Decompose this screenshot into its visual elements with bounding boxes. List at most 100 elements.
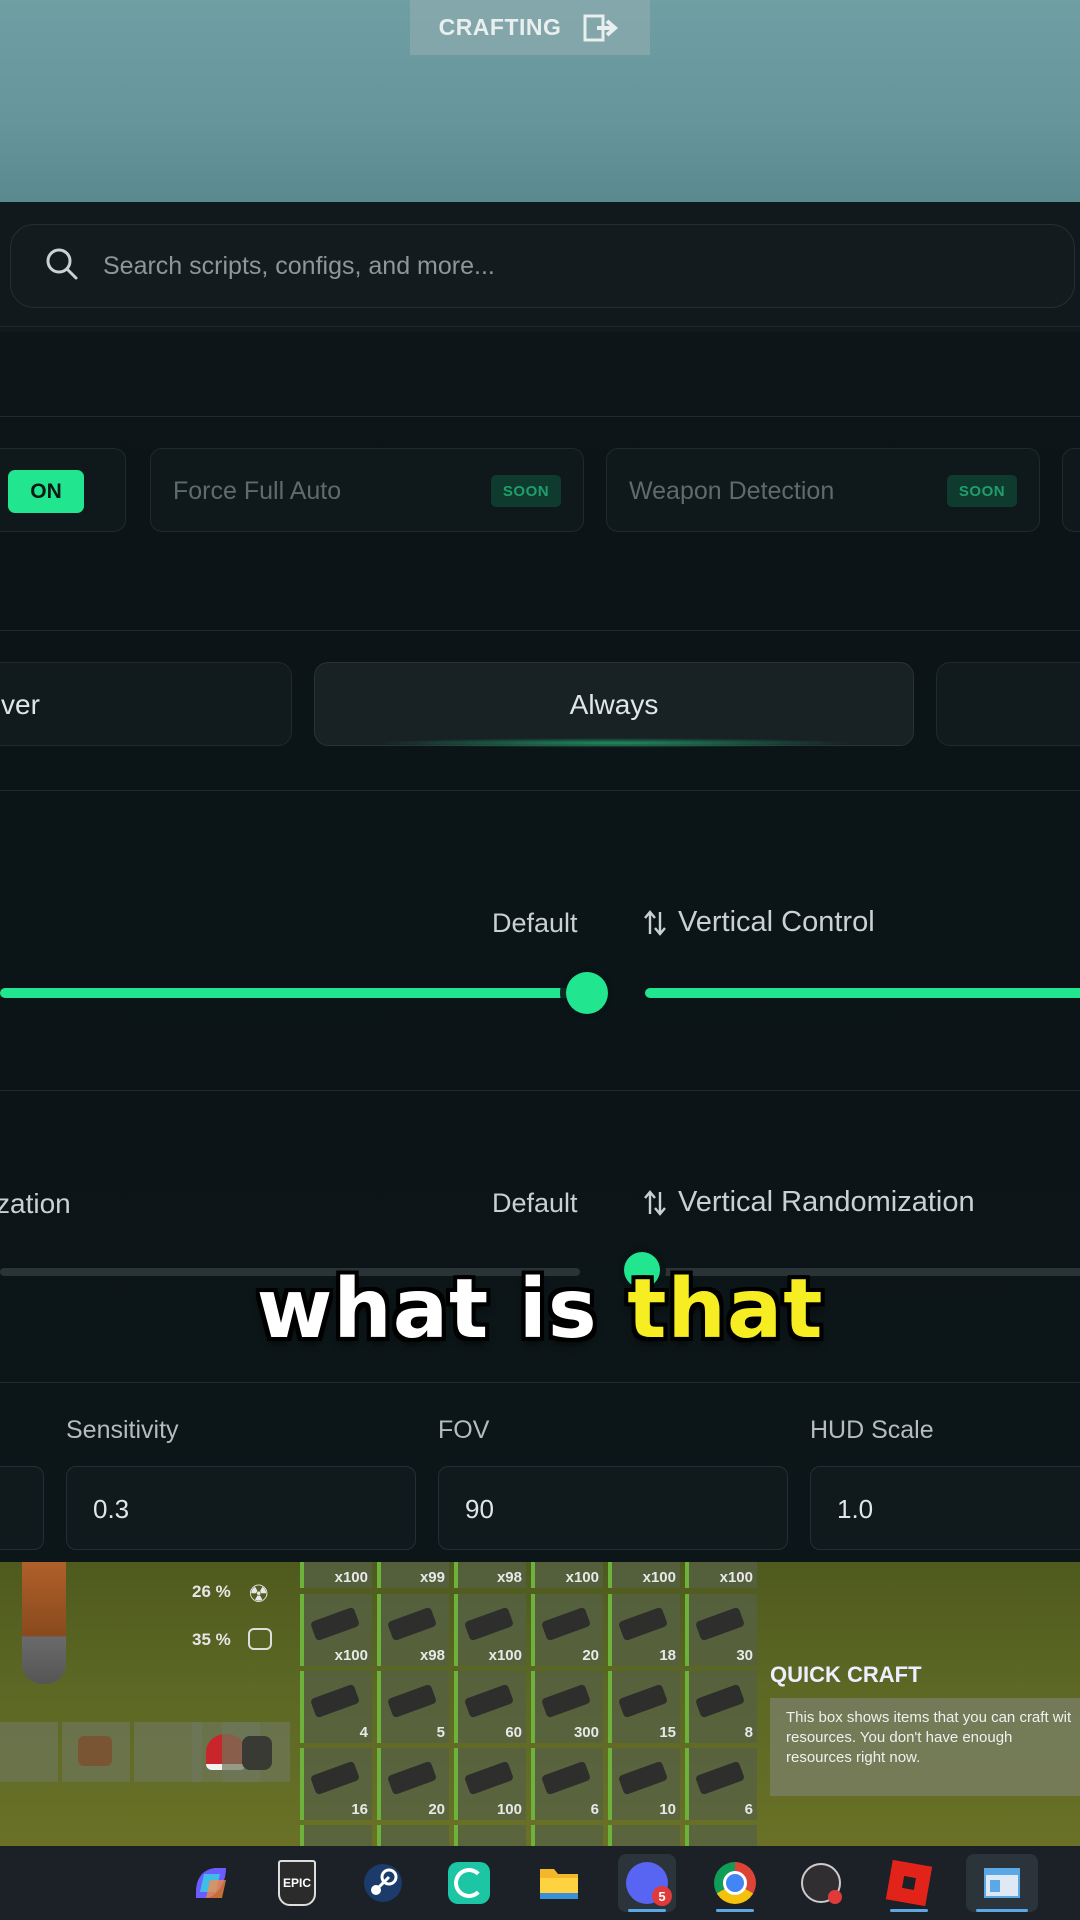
caption-text: what is	[256, 1262, 628, 1357]
active-indicator	[716, 1909, 754, 1912]
search-input[interactable]: Search scripts, configs, and more...	[103, 252, 495, 281]
toggle-card-partial[interactable]	[1062, 448, 1080, 532]
inventory-slot[interactable]	[300, 1825, 372, 1846]
inventory-slot[interactable]: 300	[531, 1671, 603, 1743]
inventory-slot[interactable]: 18	[608, 1594, 680, 1666]
crafting-tab[interactable]: CRAFTING	[410, 0, 650, 55]
inventory-slot[interactable]: 4	[300, 1671, 372, 1743]
randomization-label-partial: zation	[0, 1188, 71, 1219]
divider	[0, 1382, 1080, 1383]
weapon-item-icon	[540, 1606, 592, 1642]
taskbar: EPIC 5	[0, 1846, 1080, 1920]
inventory-slot[interactable]	[454, 1825, 526, 1846]
on-toggle-button[interactable]: ON	[8, 470, 84, 513]
epic-games-icon[interactable]: EPIC	[268, 1854, 326, 1912]
quick-craft-info: This box shows items that you can craft …	[770, 1698, 1080, 1796]
control-slider-knob[interactable]	[566, 972, 608, 1014]
hud-scale-input[interactable]: 1.0	[810, 1466, 1080, 1550]
slot-count: 300	[573, 1724, 599, 1741]
inventory-slot[interactable]: x100	[685, 1562, 757, 1588]
inventory-slot[interactable]: 100	[454, 1748, 526, 1820]
inventory-slot[interactable]	[608, 1825, 680, 1846]
inventory-slot[interactable]: 60	[454, 1671, 526, 1743]
slot-count: x100	[642, 1569, 676, 1586]
roblox-icon[interactable]	[880, 1854, 938, 1912]
inventory-slot[interactable]: 30	[685, 1594, 757, 1666]
slot-count: 6	[590, 1801, 599, 1818]
slot-count: x100	[334, 1569, 368, 1586]
force-full-auto-card[interactable]: Force Full Auto SOON	[150, 448, 584, 532]
vertical-control-heading: Vertical Control	[644, 906, 875, 939]
inventory-slot[interactable]: 8	[685, 1671, 757, 1743]
slot-count: x98	[419, 1647, 445, 1664]
sort-arrows-icon	[644, 1189, 666, 1216]
inventory-slot[interactable]: 16	[300, 1748, 372, 1820]
inventory-slot[interactable]	[377, 1825, 449, 1846]
weapon-item-icon	[617, 1606, 669, 1642]
slot-count: 15	[659, 1724, 676, 1741]
inventory-slot[interactable]: 20	[377, 1748, 449, 1820]
inventory-slot[interactable]: 6	[531, 1748, 603, 1820]
inventory-slot[interactable]	[531, 1825, 603, 1846]
caption-highlight: that	[627, 1262, 824, 1357]
soon-badge: SOON	[947, 475, 1017, 507]
inventory-slot[interactable]: x100	[300, 1562, 372, 1588]
steam-icon[interactable]	[354, 1854, 412, 1912]
weapon-item-icon	[694, 1760, 746, 1796]
equipment-slot[interactable]	[222, 1722, 290, 1782]
gloves-icon	[242, 1736, 272, 1770]
search-bar[interactable]: Search scripts, configs, and more...	[10, 224, 1075, 308]
mode-option-partial[interactable]: ver	[0, 662, 292, 746]
field-partial[interactable]	[0, 1466, 44, 1550]
slot-count: x100	[334, 1647, 368, 1664]
inventory-slot[interactable]: x99	[377, 1562, 449, 1588]
vertical-control-slider-track[interactable]	[645, 988, 1080, 998]
slot-count: 6	[744, 1801, 753, 1818]
inventory-slot[interactable]: x100	[454, 1594, 526, 1666]
slot-count: x100	[488, 1647, 522, 1664]
divider	[0, 790, 1080, 791]
radiation-icon: ☢	[248, 1581, 270, 1608]
equipment-slot-boots[interactable]	[62, 1722, 130, 1782]
weapon-item-icon	[463, 1760, 515, 1796]
inventory-slot[interactable]: 20	[531, 1594, 603, 1666]
force-full-auto-label: Force Full Auto	[173, 477, 342, 505]
copilot-icon[interactable]	[182, 1854, 240, 1912]
control-slider-track[interactable]	[0, 988, 585, 998]
fov-input[interactable]: 90	[438, 1466, 788, 1550]
file-explorer-icon[interactable]	[530, 1854, 588, 1912]
window-icon[interactable]	[966, 1854, 1038, 1912]
slot-count: x100	[719, 1569, 753, 1586]
inventory-slot[interactable]: 10	[608, 1748, 680, 1820]
inventory-slot[interactable]: x98	[377, 1594, 449, 1666]
inventory-slot[interactable]: x100	[300, 1594, 372, 1666]
mode-option-partial[interactable]	[936, 662, 1080, 746]
weapon-item-icon	[386, 1606, 438, 1642]
protection-stat: 35 %	[192, 1630, 231, 1649]
inventory-slot[interactable]: 6	[685, 1748, 757, 1820]
discord-icon[interactable]: 5	[618, 1854, 676, 1912]
weapon-detection-card[interactable]: Weapon Detection SOON	[606, 448, 1040, 532]
slot-count: x100	[565, 1569, 599, 1586]
sensitivity-input[interactable]: 0.3	[66, 1466, 416, 1550]
equipment-slot[interactable]	[0, 1722, 58, 1782]
vertical-randomization-label: Vertical Randomization	[678, 1186, 975, 1218]
inventory-slot[interactable]: x100	[531, 1562, 603, 1588]
slot-count: x98	[496, 1569, 522, 1586]
slot-count: 10	[659, 1801, 676, 1818]
inventory-slot[interactable]	[685, 1825, 757, 1846]
sensitivity-value: 0.3	[93, 1494, 130, 1524]
soon-badge: SOON	[491, 475, 561, 507]
inventory-slot[interactable]: x98	[454, 1562, 526, 1588]
app-icon[interactable]	[440, 1854, 498, 1912]
inventory-slot[interactable]: 15	[608, 1671, 680, 1743]
exit-icon[interactable]	[583, 13, 621, 43]
hud-scale-value: 1.0	[837, 1494, 874, 1524]
weapon-item-icon	[463, 1683, 515, 1719]
obs-icon[interactable]	[792, 1854, 850, 1912]
weapon-detection-label: Weapon Detection	[629, 477, 835, 505]
mode-option-always[interactable]: Always	[314, 662, 914, 748]
inventory-slot[interactable]: x100	[608, 1562, 680, 1588]
inventory-slot[interactable]: 5	[377, 1671, 449, 1743]
chrome-icon[interactable]	[706, 1854, 764, 1912]
